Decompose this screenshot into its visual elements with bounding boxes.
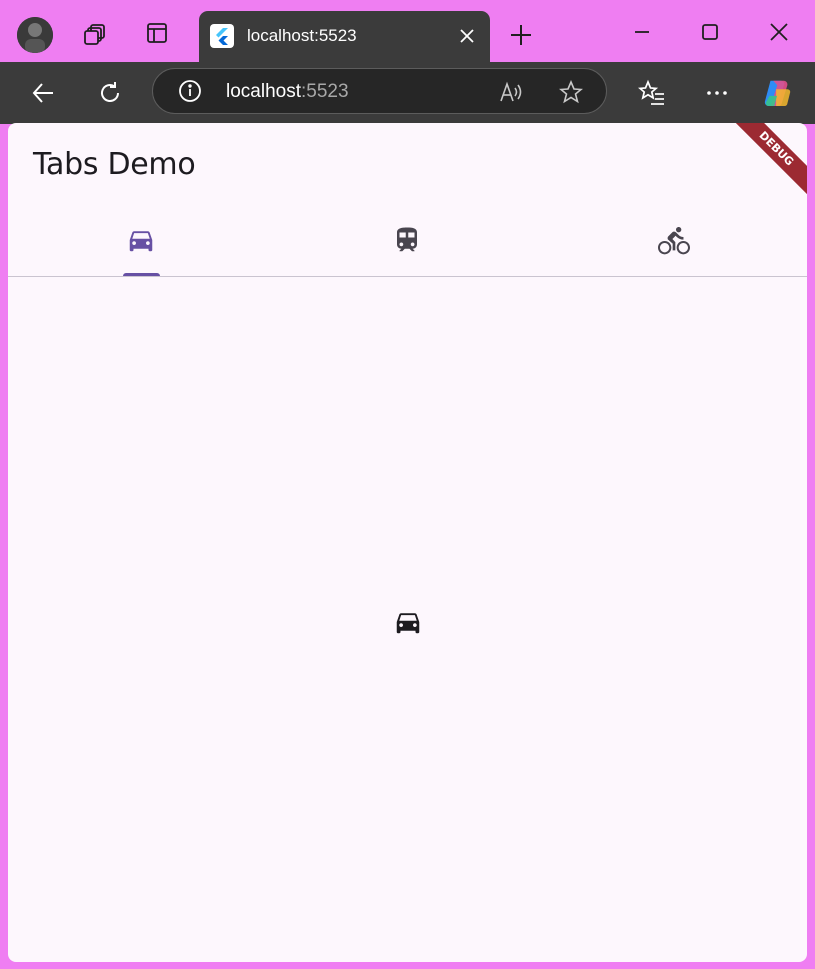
url-port: :5523 <box>301 81 349 102</box>
debug-banner: DEBUG <box>722 123 807 203</box>
tab-bike[interactable] <box>541 205 807 277</box>
tab-car[interactable] <box>8 205 274 277</box>
read-aloud-icon[interactable] <box>499 80 525 109</box>
close-tab-icon[interactable] <box>458 27 476 45</box>
car-icon <box>129 231 153 252</box>
browser-toolbar: localhost:5523 <box>0 62 815 124</box>
flutter-favicon-icon <box>210 24 234 48</box>
vertical-tabs-icon[interactable] <box>142 18 172 48</box>
page-viewport: Tabs Demo DEBUG <box>8 123 807 962</box>
more-options-icon[interactable] <box>701 77 733 109</box>
tab-train[interactable] <box>274 205 540 277</box>
tab-bar-divider <box>8 276 807 277</box>
close-window-icon[interactable] <box>763 16 795 48</box>
url-text: localhost:5523 <box>226 81 349 103</box>
train-icon <box>397 227 417 252</box>
new-tab-icon[interactable] <box>507 21 535 49</box>
browser-tab-title: localhost:5523 <box>247 26 357 45</box>
tab-content-car-icon <box>393 607 423 637</box>
browser-tab-strip: localhost:5523 <box>0 0 815 62</box>
url-host: localhost <box>226 81 301 102</box>
tab-bar <box>8 205 807 277</box>
favorites-icon[interactable] <box>636 77 668 109</box>
site-info-icon[interactable] <box>178 79 202 108</box>
refresh-icon[interactable] <box>94 77 126 109</box>
back-icon[interactable] <box>27 77 59 109</box>
favorite-star-icon[interactable] <box>558 79 584 109</box>
minimize-icon[interactable] <box>626 16 658 48</box>
bike-icon <box>658 227 690 255</box>
maximize-icon[interactable] <box>694 16 726 48</box>
address-bar[interactable]: localhost:5523 <box>152 68 607 114</box>
browser-tab-active[interactable]: localhost:5523 <box>199 11 490 62</box>
copilot-icon[interactable] <box>762 77 794 109</box>
workspaces-icon[interactable] <box>80 18 110 48</box>
profile-avatar[interactable] <box>17 17 53 53</box>
app-bar-title: Tabs Demo <box>33 147 196 182</box>
